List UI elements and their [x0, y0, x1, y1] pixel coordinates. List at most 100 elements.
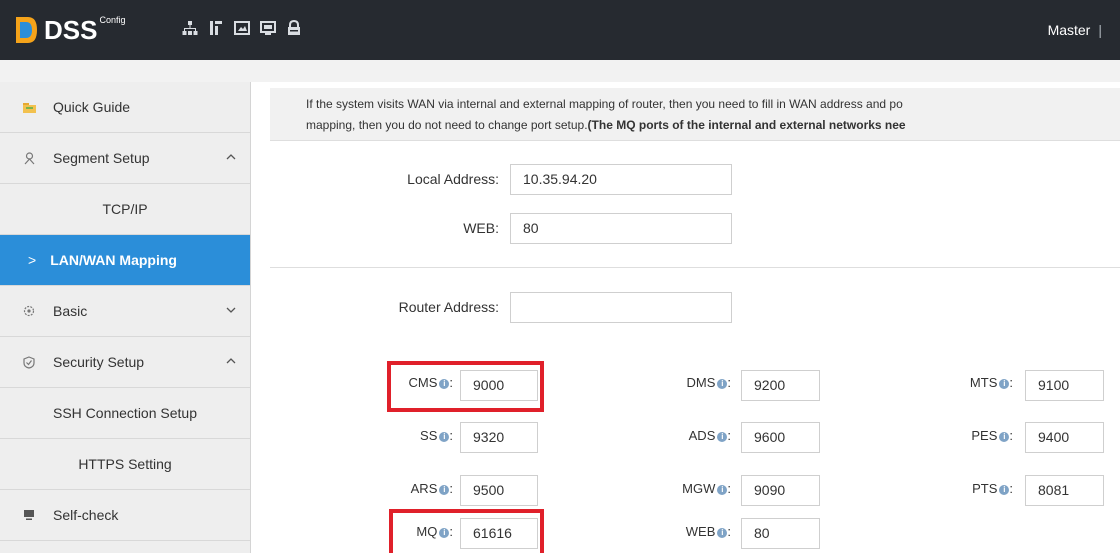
segment-icon — [22, 151, 36, 165]
dms-port-field[interactable]: 9200 — [741, 370, 820, 401]
mgw-port-field[interactable]: 9090 — [741, 475, 820, 506]
sidebar-item-basic[interactable]: Basic — [0, 286, 250, 337]
router-address-field[interactable] — [510, 292, 732, 323]
port-suffix: : — [727, 428, 731, 443]
folder-icon — [22, 100, 36, 114]
info-icon[interactable]: i — [999, 485, 1010, 495]
sidebar-item-https-setting[interactable]: HTTPS Setting — [0, 439, 250, 490]
port-name: SS — [420, 428, 438, 443]
web-port-label: WEB: — [463, 220, 499, 236]
sidebar-item-label: Security Setup — [53, 354, 145, 370]
sidebar: Quick Guide Segment Setup TCP/IP > LAN/W… — [0, 82, 251, 553]
info-icon[interactable]: i — [439, 485, 450, 495]
port-suffix: : — [1009, 375, 1013, 390]
info-icon[interactable]: i — [717, 379, 728, 389]
sidebar-item-label: Basic — [53, 303, 88, 319]
sidebar-item-segment-setup[interactable]: Segment Setup — [0, 133, 250, 184]
sidebar-item-self-check[interactable]: Self-check — [0, 490, 250, 541]
info-icon[interactable]: i — [999, 379, 1010, 389]
layout-icon[interactable] — [208, 20, 224, 36]
ars-port-field[interactable]: 9500 — [460, 475, 538, 506]
network-icon[interactable] — [182, 20, 198, 36]
top-header: DSS Config Master | — [0, 0, 1120, 60]
port-suffix: : — [727, 524, 731, 539]
logo-text: DSS — [44, 14, 98, 45]
info-icon[interactable]: i — [717, 485, 728, 495]
cms-highlight-box — [387, 361, 544, 412]
info-icon[interactable]: i — [999, 432, 1010, 442]
ads-port-field[interactable]: 9600 — [741, 422, 820, 453]
header-separator: | — [1098, 22, 1102, 38]
info-line-2: mapping, then you do not need to change … — [306, 118, 906, 132]
username[interactable]: Master — [1048, 22, 1091, 38]
image-icon[interactable] — [234, 20, 250, 36]
info-line-2-text: mapping, then you do not need to change … — [306, 118, 588, 132]
ars-port-label: ARS i: — [387, 481, 453, 496]
header-subbar — [0, 60, 1120, 83]
port-name: MGW — [682, 481, 716, 496]
logo-mark-icon — [16, 17, 37, 43]
ss-port-label: SS i: — [387, 428, 453, 443]
section-divider — [270, 267, 1120, 268]
sidebar-item-security-setup[interactable]: Security Setup — [0, 337, 250, 388]
port-suffix: : — [449, 481, 453, 496]
header-toolbar — [182, 20, 302, 36]
sidebar-item-lan-wan-mapping[interactable]: > LAN/WAN Mapping — [0, 235, 250, 286]
sidebar-item-quick-guide[interactable]: Quick Guide — [0, 82, 250, 133]
main-content: If the system visits WAN via internal an… — [251, 82, 1120, 553]
lock-icon[interactable] — [286, 20, 302, 36]
sidebar-item-label: LAN/WAN Mapping — [50, 252, 177, 268]
local-address-field[interactable]: 10.35.94.20 — [510, 164, 732, 195]
sidebar-item-ssh-connection-setup[interactable]: SSH Connection Setup — [0, 388, 250, 439]
mts-port-label: MTS i: — [939, 375, 1013, 390]
chevron-up-icon — [226, 154, 236, 160]
local-address-label: Local Address: — [407, 171, 499, 187]
logo-superscript: Config — [99, 15, 126, 25]
monitor-icon — [22, 508, 36, 522]
port-name: ARS — [410, 481, 438, 496]
info-icon[interactable]: i — [717, 432, 728, 442]
sidebar-item-label: Quick Guide — [53, 99, 131, 115]
info-line-1: If the system visits WAN via internal an… — [306, 97, 903, 111]
port-name: PTS — [972, 481, 998, 496]
sidebar-item-tcp-ip[interactable]: TCP/IP — [0, 184, 250, 235]
web-port-field[interactable]: 80 — [510, 213, 732, 244]
sidebar-item-label: TCP/IP — [102, 201, 148, 217]
port-name: MTS — [969, 375, 998, 390]
sidebar-item-label: HTTPS Setting — [78, 456, 172, 472]
port-suffix: : — [449, 428, 453, 443]
info-icon[interactable]: i — [439, 432, 450, 442]
port-name: PES — [971, 428, 998, 443]
mq-highlight-box — [389, 509, 544, 553]
sidebar-item-label: SSH Connection Setup — [53, 405, 197, 421]
port-suffix: : — [727, 481, 731, 496]
port-name: ADS — [688, 428, 716, 443]
port-name: WEB — [685, 524, 716, 539]
pes-port-label: PES i: — [939, 428, 1013, 443]
pes-port-field[interactable]: 9400 — [1025, 422, 1104, 453]
gear-icon — [22, 304, 36, 318]
user-menu[interactable]: Master | — [1048, 22, 1102, 38]
info-notice: If the system visits WAN via internal an… — [270, 88, 1120, 141]
dss-logo: DSS Config — [14, 12, 125, 48]
mgw-port-label: MGW i: — [657, 481, 731, 496]
router-address-label: Router Address: — [398, 299, 499, 315]
info-icon[interactable]: i — [717, 528, 728, 538]
pts-port-label: PTS i: — [939, 481, 1013, 496]
sidebar-item-label: Segment Setup — [53, 150, 150, 166]
shield-icon — [22, 355, 36, 369]
monitor-icon[interactable] — [260, 20, 276, 36]
port-suffix: : — [1009, 481, 1013, 496]
dms-port-label: DMS i: — [657, 375, 731, 390]
port-suffix: : — [1009, 428, 1013, 443]
chevron-down-icon — [226, 307, 236, 313]
web-port-label-2: WEB i: — [657, 524, 731, 539]
mts-port-field[interactable]: 9100 — [1025, 370, 1104, 401]
web-port-field-2[interactable]: 80 — [741, 518, 820, 549]
ss-port-field[interactable]: 9320 — [460, 422, 538, 453]
pts-port-field[interactable]: 8081 — [1025, 475, 1104, 506]
info-line-2-bold: (The MQ ports of the internal and extern… — [587, 118, 906, 132]
sidebar-item-label: Self-check — [53, 507, 119, 523]
ads-port-label: ADS i: — [657, 428, 731, 443]
active-marker: > — [28, 252, 37, 268]
